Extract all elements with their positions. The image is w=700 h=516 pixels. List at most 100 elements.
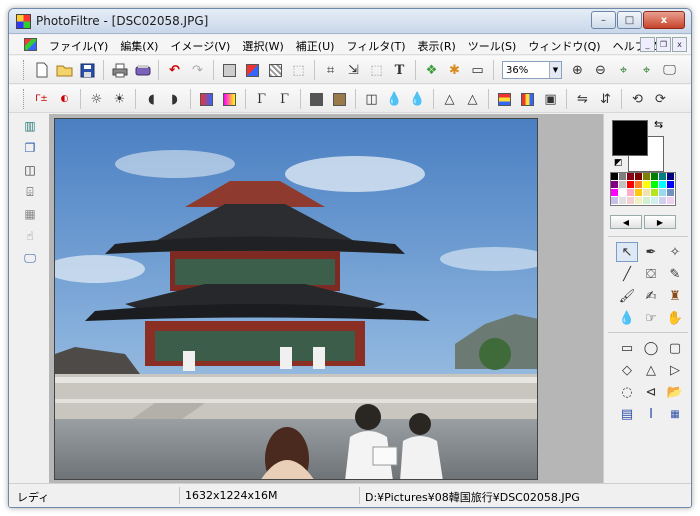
palette-swatch[interactable] <box>651 181 659 189</box>
menu-window[interactable]: ウィンドウ(Q) <box>522 38 606 54</box>
line-icon[interactable]: ╱ <box>616 264 638 284</box>
calculator-icon[interactable]: ▥ <box>19 116 41 136</box>
brush-icon[interactable]: 🖌 <box>616 286 638 306</box>
sharpen-icon[interactable]: 💧 <box>406 88 429 110</box>
palette-swatch[interactable] <box>635 181 643 189</box>
rounded-rect-icon[interactable]: ▢ <box>664 338 686 358</box>
text-box-icon[interactable]: Ⅰ <box>640 404 662 424</box>
clear-selection-icon[interactable] <box>218 59 241 81</box>
doc-minimize-button[interactable]: _ <box>640 37 655 52</box>
palette-swatch[interactable] <box>619 197 627 205</box>
hand-icon[interactable]: ☝ <box>19 226 41 246</box>
palette-swatch[interactable] <box>627 197 635 205</box>
pattern-icon[interactable]: ▦ <box>19 204 41 224</box>
new-file-icon[interactable] <box>30 59 53 81</box>
palette-swatch[interactable] <box>619 189 627 197</box>
flip-horizontal-icon[interactable]: ⇋ <box>571 88 594 110</box>
soften-icon[interactable]: 💧 <box>383 88 406 110</box>
contrast-plus-icon[interactable]: ◗ <box>163 88 186 110</box>
palette-swatch[interactable] <box>643 173 651 181</box>
app-icon[interactable] <box>16 14 31 29</box>
palette-swatch[interactable] <box>611 173 619 181</box>
palette-prev-icon[interactable]: ◀ <box>610 215 642 229</box>
doc-restore-button[interactable]: ❐ <box>656 37 671 52</box>
saturation-plus-icon[interactable] <box>218 88 241 110</box>
zoom-select[interactable]: 36% ▼ <box>502 61 562 79</box>
polygon-lasso-icon[interactable]: ⊲ <box>640 382 662 402</box>
magic-wand-icon[interactable]: ✧ <box>664 242 686 262</box>
palette-swatch[interactable] <box>667 181 675 189</box>
frame-outline-icon[interactable]: ⌹ <box>19 182 41 202</box>
palette-swatch[interactable] <box>611 181 619 189</box>
explorer-icon[interactable]: ❖ <box>420 59 443 81</box>
palette-next-icon[interactable]: ▶ <box>644 215 676 229</box>
screen-icon[interactable]: 🖵 <box>19 248 41 268</box>
menu-image[interactable]: イメージ(V) <box>164 38 236 54</box>
resize-image-icon[interactable]: ⇲ <box>342 59 365 81</box>
blur-drop-icon[interactable]: 💧 <box>616 308 638 328</box>
flag-mirror-icon[interactable] <box>516 88 539 110</box>
palette-swatch[interactable] <box>627 189 635 197</box>
flag-flip-icon[interactable] <box>493 88 516 110</box>
menu-filter[interactable]: フィルタ(T) <box>340 38 411 54</box>
fit-window-icon[interactable]: ⌖ <box>635 59 658 81</box>
advanced-brush-icon[interactable]: ✍ <box>640 286 662 306</box>
menu-adjust[interactable]: 補正(U) <box>290 38 341 54</box>
palette-swatch[interactable] <box>643 189 651 197</box>
smudge-icon[interactable]: ☞ <box>640 308 662 328</box>
menu-tools[interactable]: ツール(S) <box>462 38 523 54</box>
plugin-icon[interactable]: ✱ <box>443 59 466 81</box>
zoom-out-icon[interactable]: ⊖ <box>589 59 612 81</box>
auto-levels-icon[interactable]: Γ± <box>30 88 53 110</box>
canvas-size-icon[interactable]: ⬚ <box>365 59 388 81</box>
crop-icon[interactable]: ⌗ <box>319 59 342 81</box>
swap-colors-icon[interactable]: ⇆ <box>654 118 663 131</box>
foreground-color-swatch[interactable] <box>612 120 648 156</box>
zoom-in-icon[interactable]: ⊕ <box>566 59 589 81</box>
undo-icon[interactable]: ↶ <box>163 59 186 81</box>
rectangle-icon[interactable]: ▭ <box>616 338 638 358</box>
ellipse-icon[interactable]: ◯ <box>640 338 662 358</box>
palette-swatch[interactable] <box>659 173 667 181</box>
selection-frame-icon[interactable]: ⬚ <box>287 59 310 81</box>
minimize-button[interactable]: – <box>591 11 616 29</box>
blur-icon[interactable]: ◫ <box>360 88 383 110</box>
open-folder-icon[interactable] <box>53 59 76 81</box>
sepia-icon[interactable] <box>328 88 351 110</box>
reset-colors-icon[interactable]: ◩ <box>614 158 623 168</box>
flip-vertical-icon[interactable]: ⇵ <box>594 88 617 110</box>
triangle-icon[interactable]: △ <box>640 360 662 380</box>
hand-scroll-icon[interactable]: ✋ <box>664 308 686 328</box>
print-icon[interactable] <box>108 59 131 81</box>
palette-swatch[interactable] <box>643 197 651 205</box>
contrast-minus-icon[interactable]: ◖ <box>140 88 163 110</box>
palette-swatch[interactable] <box>635 189 643 197</box>
palette-swatch[interactable] <box>667 189 675 197</box>
fill-selection-icon[interactable]: ▤ <box>616 404 638 424</box>
open-shape-icon[interactable]: 📂 <box>664 382 686 402</box>
spray-icon[interactable]: ✎ <box>664 264 686 284</box>
color-swap-icon[interactable] <box>241 59 264 81</box>
palette-swatch[interactable] <box>619 181 627 189</box>
toolbar-grip[interactable] <box>23 89 26 109</box>
palette-swatch[interactable] <box>667 197 675 205</box>
frame-icon[interactable]: ▣ <box>539 88 562 110</box>
palette-swatch[interactable] <box>635 173 643 181</box>
palette-swatch[interactable] <box>651 197 659 205</box>
fill-bucket-icon[interactable]: ⛋ <box>640 264 662 284</box>
title-bar[interactable]: PhotoFiltre - [DSC02058.JPG] – □ x <box>9 9 691 34</box>
maximize-button[interactable]: □ <box>617 11 642 29</box>
redo-icon[interactable]: ↷ <box>186 59 209 81</box>
toolbar-grip[interactable] <box>23 60 26 80</box>
fullscreen-icon[interactable]: ▭ <box>466 59 489 81</box>
brightness-plus-icon[interactable]: ☀ <box>108 88 131 110</box>
emboss-icon[interactable]: △ <box>438 88 461 110</box>
palette-swatch[interactable] <box>635 197 643 205</box>
menu-view[interactable]: 表示(R) <box>412 38 462 54</box>
relief-icon[interactable]: △ <box>461 88 484 110</box>
palette-swatch[interactable] <box>659 197 667 205</box>
palette-swatch[interactable] <box>627 173 635 181</box>
display-icon[interactable]: 🖵 <box>658 59 681 81</box>
selection-arrow-icon[interactable]: ↖ <box>616 242 638 262</box>
transparency-icon[interactable] <box>264 59 287 81</box>
